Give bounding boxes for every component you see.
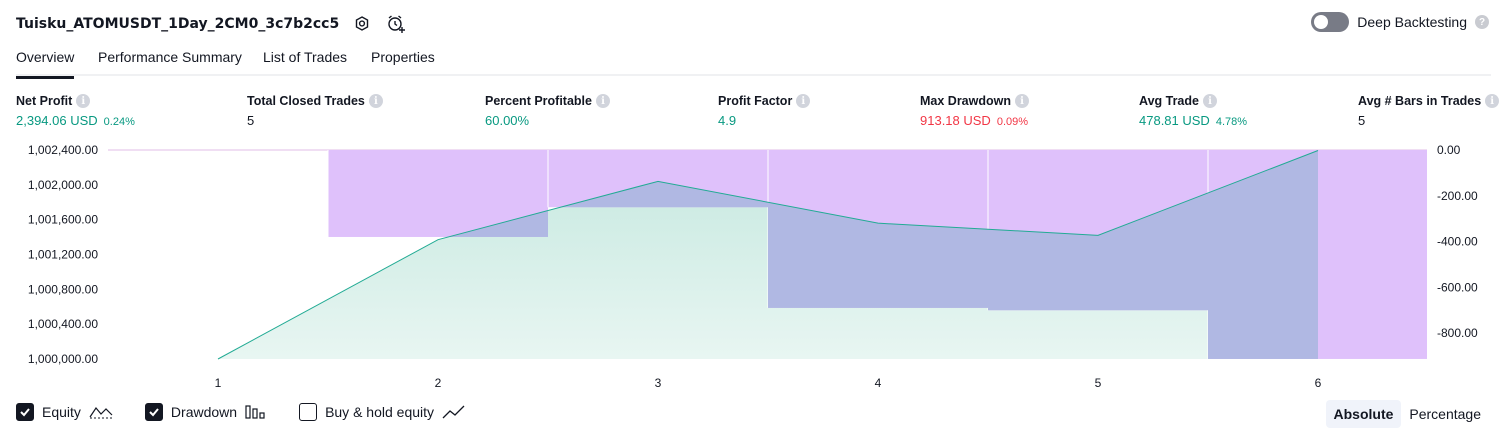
help-icon[interactable]: ?	[1475, 15, 1489, 29]
buy-hold-line-icon	[442, 404, 466, 420]
equity-line-icon	[89, 404, 113, 420]
info-icon[interactable]: i	[368, 94, 383, 108]
percentage-button[interactable]: Percentage	[1401, 400, 1489, 428]
y-left-tick-label: 1,001,600.00	[28, 213, 98, 227]
metric-percent: 4.78%	[1215, 116, 1248, 128]
legend-label: Drawdown	[170, 404, 238, 420]
info-icon[interactable]: i	[1485, 94, 1500, 108]
tab-bar: Overview Performance Summary List of Tra…	[16, 44, 1491, 79]
y-right-tick-label: -800.00	[1437, 326, 1478, 340]
equity-checkbox[interactable]	[16, 403, 34, 421]
y-left-tick-label: 1,000,000.00	[28, 352, 98, 366]
toggle-knob	[1314, 15, 1329, 29]
chart-legend: Equity Drawdown Buy & hold equity	[16, 403, 498, 421]
y-right-tick-label: -200.00	[1437, 189, 1478, 203]
y-left-tick-label: 1,000,800.00	[28, 282, 98, 296]
view-mode-switch: Absolute Percentage	[1325, 400, 1490, 428]
y-left-tick-label: 1,001,200.00	[28, 248, 98, 262]
y-left-tick-label: 1,002,400.00	[28, 143, 98, 157]
legend-equity[interactable]: Equity	[16, 403, 113, 421]
metric-value: 60.00%	[485, 113, 530, 128]
gear-icon[interactable]	[351, 13, 373, 35]
metric-total-closed-trades: Total Closed Trades i 5	[247, 93, 383, 128]
metric-percent: 0.24%	[103, 116, 135, 128]
x-tick-label: 3	[655, 376, 662, 390]
y-right-tick-label: -400.00	[1437, 235, 1478, 249]
metric-value: 913.18 USD	[920, 113, 991, 128]
alarm-clock-plus-icon[interactable]	[385, 13, 407, 35]
metric-max-drawdown: Max Drawdown i 913.18 USD 0.09%	[920, 93, 1029, 128]
metric-label: Profit Factor	[718, 94, 793, 108]
tab-list-of-trades[interactable]: List of Trades	[263, 49, 347, 76]
metric-label: Avg Trade	[1139, 94, 1199, 108]
info-icon[interactable]: i	[796, 94, 811, 108]
metric-profit-factor: Profit Factor i 4.9	[718, 93, 811, 128]
drawdown-checkbox[interactable]	[144, 403, 163, 421]
metric-label: Net Profit	[16, 94, 73, 108]
metric-percent-profitable: Percent Profitable i 60.00%	[485, 93, 610, 128]
metric-percent: 0.09%	[996, 116, 1029, 128]
x-tick-label: 2	[435, 376, 442, 390]
x-tick-label: 4	[875, 376, 882, 390]
equity-drawdown-chart[interactable]: 1,000,000.00 1,000,400.00 1,000,800.00 1,00…	[0, 138, 1507, 396]
tab-properties[interactable]: Properties	[371, 49, 435, 76]
legend-buy-hold[interactable]: Buy & hold equity	[299, 403, 466, 421]
info-icon[interactable]: i	[1202, 94, 1217, 108]
metric-value: 5	[1358, 113, 1366, 128]
legend-drawdown[interactable]: Drawdown	[144, 403, 267, 421]
tab-overview[interactable]: Overview	[16, 49, 75, 79]
metric-net-profit: Net Profit i 2,394.06 USD 0.24%	[16, 93, 135, 128]
metric-label: Percent Profitable	[485, 94, 592, 108]
x-tick-label: 5	[1095, 376, 1102, 390]
drawdown-bars-icon	[245, 404, 267, 420]
x-tick-label: 1	[215, 376, 222, 390]
metric-avg-trade: Avg Trade i 478.81 USD 4.78%	[1139, 93, 1247, 128]
metric-label: Max Drawdown	[920, 94, 1011, 108]
buy-hold-checkbox[interactable]	[299, 403, 318, 421]
metric-avg-bars-in-trades: Avg # Bars in Trades i 5	[1358, 93, 1500, 128]
metric-value: 478.81 USD	[1139, 113, 1210, 128]
metric-label: Avg # Bars in Trades	[1358, 94, 1482, 108]
metric-value: 5	[247, 113, 255, 128]
strategy-title: Tuisku_ATOMUSDT_1Day_2CM0_3c7b2cc5	[16, 16, 340, 32]
deep-backtesting-toggle[interactable]	[1311, 12, 1350, 32]
strategy-header: Tuisku_ATOMUSDT_1Day_2CM0_3c7b2cc5	[16, 10, 407, 38]
y-right-tick-label: 0.00	[1437, 143, 1461, 157]
y-left-tick-label: 1,002,000.00	[28, 178, 98, 192]
info-icon[interactable]: i	[76, 94, 91, 108]
tab-performance-summary[interactable]: Performance Summary	[98, 49, 242, 76]
metric-value: 2,394.06 USD	[16, 113, 98, 128]
deep-backtesting-label: Deep Backtesting	[1357, 14, 1467, 30]
legend-label: Buy & hold equity	[325, 404, 435, 420]
absolute-button[interactable]: Absolute	[1325, 400, 1402, 428]
y-left-tick-label: 1,000,400.00	[28, 317, 98, 331]
info-icon[interactable]: i	[1015, 94, 1029, 108]
x-tick-label: 6	[1315, 376, 1322, 390]
metric-value: 4.9	[718, 113, 737, 128]
deep-backtesting: Deep Backtesting ?	[1311, 12, 1489, 32]
y-right-tick-label: -600.00	[1437, 280, 1478, 294]
legend-label: Equity	[42, 404, 81, 420]
metric-label: Total Closed Trades	[247, 94, 365, 108]
info-icon[interactable]: i	[595, 94, 610, 108]
